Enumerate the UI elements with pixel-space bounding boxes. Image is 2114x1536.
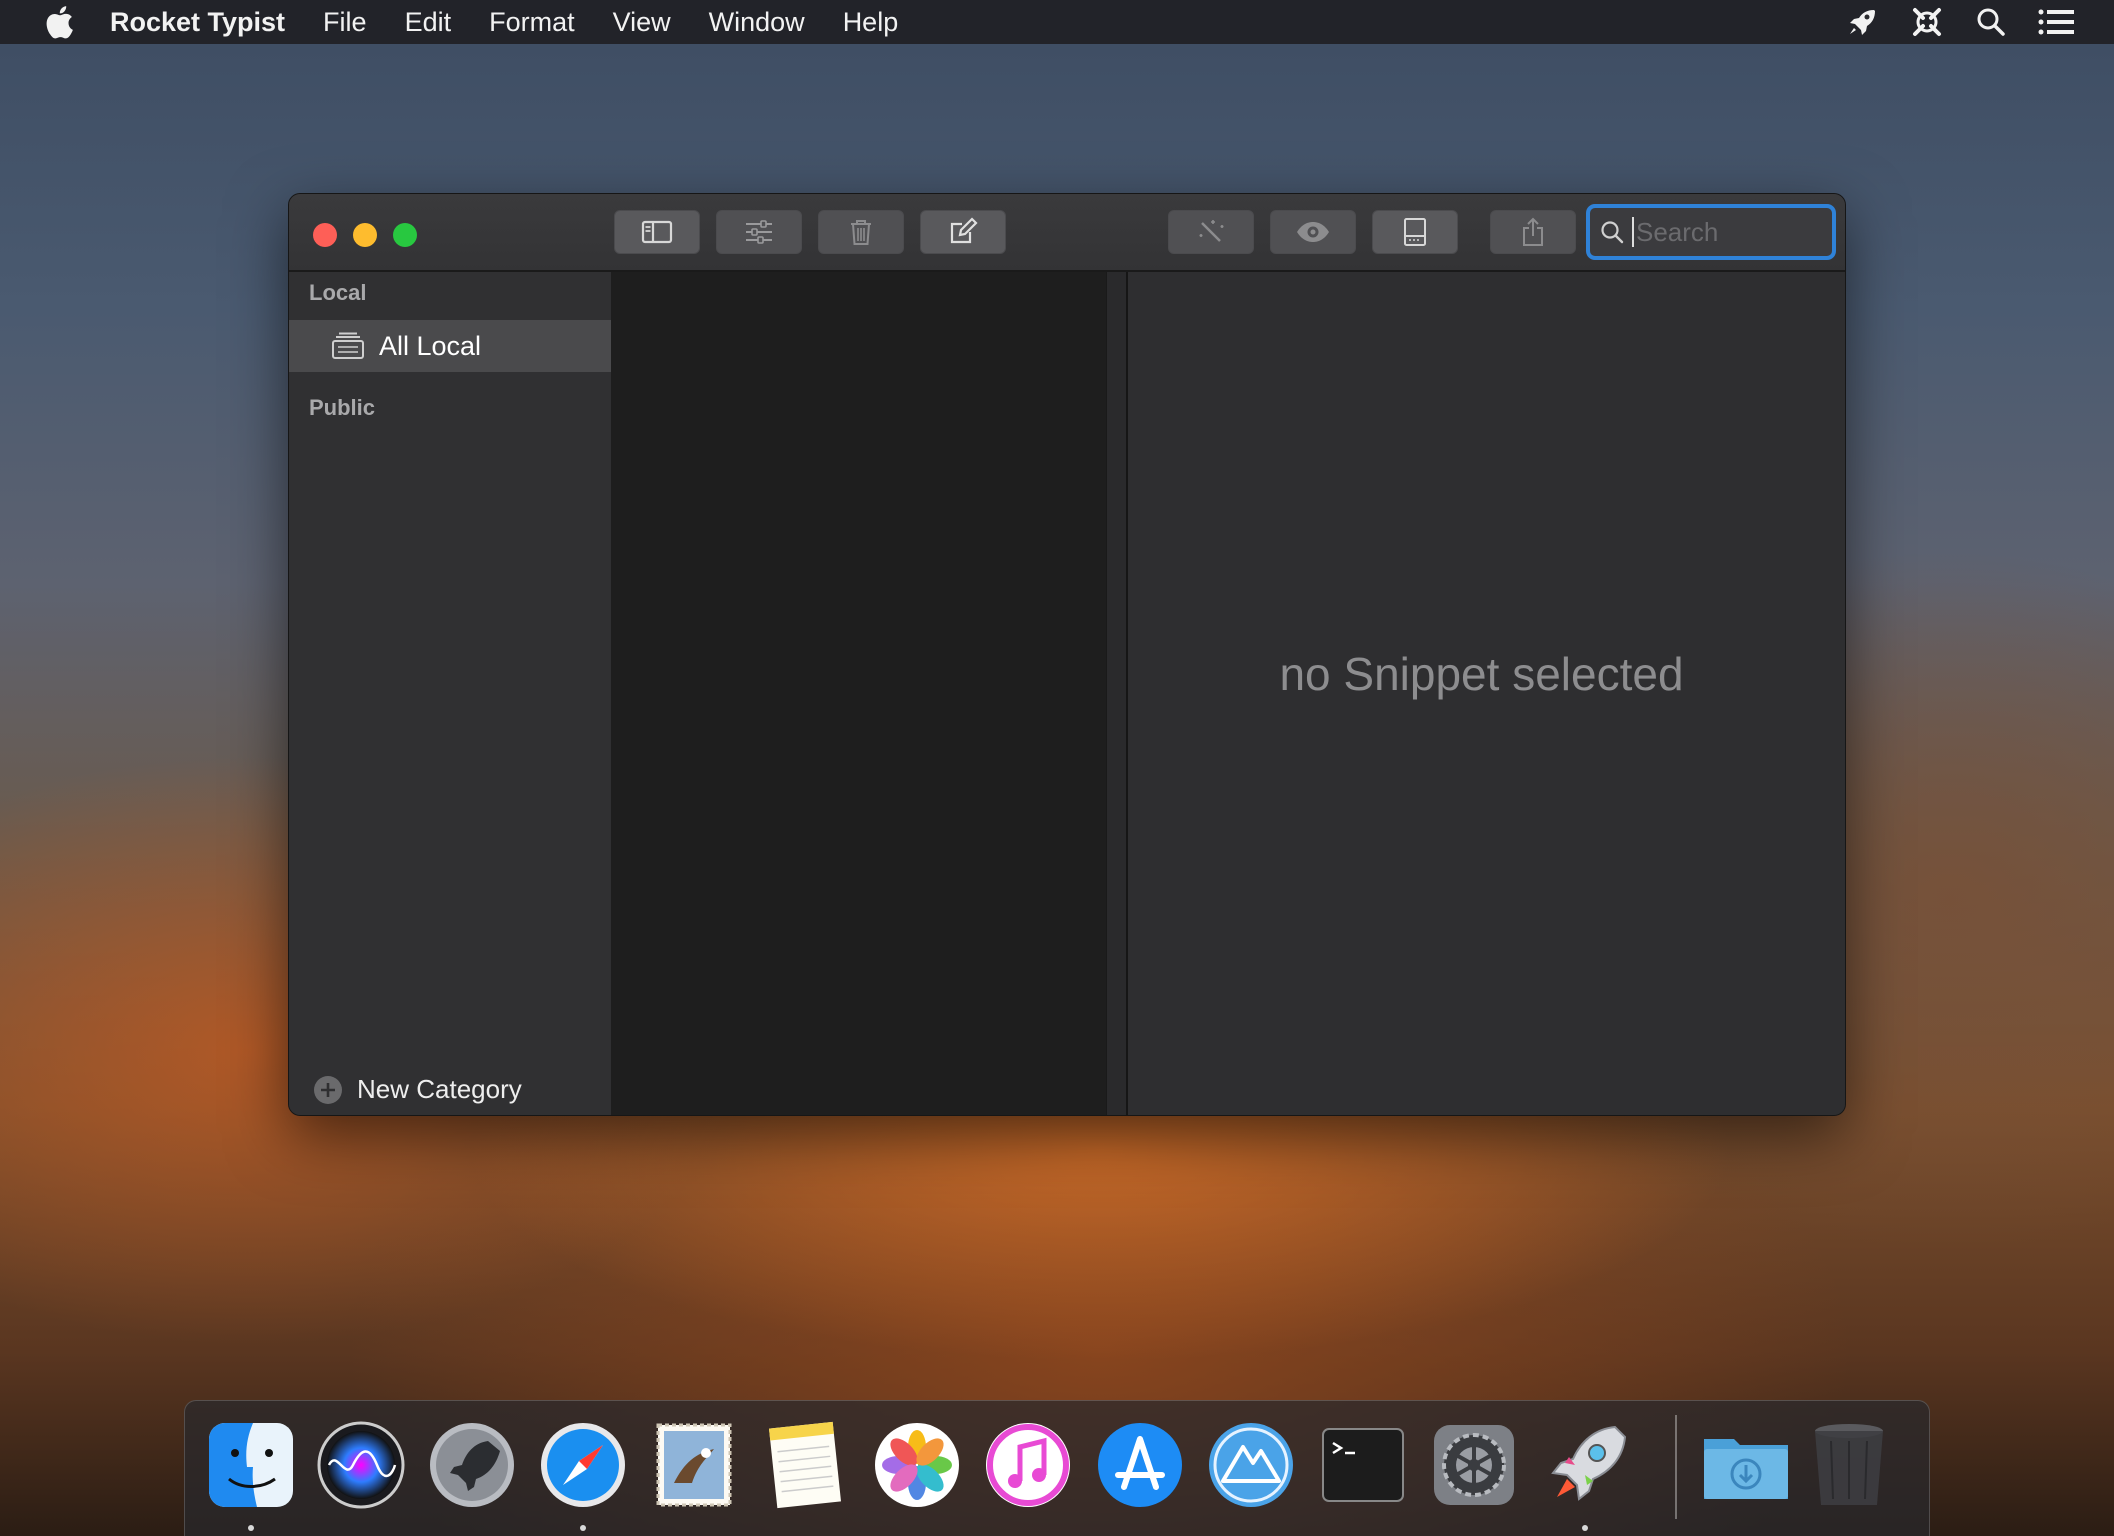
safari-icon[interactable] — [537, 1419, 629, 1511]
rocket-icon[interactable] — [1846, 6, 1878, 38]
compose-icon — [950, 217, 978, 244]
menu-format[interactable]: Format — [489, 7, 575, 38]
running-indicator — [580, 1525, 586, 1531]
siri-icon[interactable] — [315, 1419, 407, 1511]
snippet-list-scrollbar[interactable] — [1106, 272, 1127, 1115]
empty-state-text: no Snippet selected — [1279, 647, 1684, 700]
settings-button[interactable] — [716, 210, 802, 254]
category-sidebar: Local All Local Public New Category — [289, 272, 613, 1115]
mail-icon[interactable] — [648, 1419, 740, 1511]
itunes-icon[interactable] — [982, 1419, 1074, 1511]
downloads-folder-icon[interactable] — [1700, 1419, 1792, 1511]
sidebar-icon — [641, 220, 673, 244]
menu-bar: Rocket Typist File Edit Format View Wind… — [0, 0, 2114, 44]
text-caret — [1632, 217, 1634, 247]
rocket-typist-window: Local All Local Public New Category no S… — [288, 193, 1846, 1116]
rocket-typist-icon[interactable] — [1539, 1419, 1631, 1511]
share-button[interactable] — [1490, 210, 1576, 254]
zoom-button[interactable] — [393, 223, 417, 247]
search-icon — [1600, 220, 1624, 244]
notes-icon[interactable] — [759, 1419, 851, 1511]
share-icon — [1523, 217, 1543, 246]
menu-help[interactable]: Help — [843, 7, 899, 38]
snippet-detail-pane: no Snippet selected — [1128, 272, 1845, 1115]
preview-button[interactable] — [1270, 210, 1356, 254]
tools-icon[interactable] — [1910, 6, 1944, 38]
snippet-list[interactable] — [613, 272, 1106, 1115]
search-input[interactable] — [1636, 216, 1826, 248]
trash-can-icon[interactable] — [1803, 1419, 1895, 1511]
menu-view[interactable]: View — [613, 7, 671, 38]
app-store-icon[interactable] — [1094, 1419, 1186, 1511]
menu-file[interactable]: File — [323, 7, 367, 38]
eye-icon — [1297, 222, 1329, 242]
trash-icon — [851, 220, 871, 245]
apple-menu-icon[interactable] — [40, 4, 78, 40]
photos-icon[interactable] — [871, 1419, 963, 1511]
menubar-status-area — [1846, 0, 2074, 44]
plus-circle-icon — [313, 1075, 343, 1105]
panel-layout-icon — [1404, 218, 1426, 246]
stack-icon — [331, 332, 365, 360]
layout-button[interactable] — [1372, 210, 1458, 254]
window-toolbar — [289, 194, 1845, 272]
instruments-icon[interactable] — [1205, 1419, 1297, 1511]
notification-center-icon[interactable] — [2038, 9, 2074, 35]
sidebar-item-label: All Local — [379, 330, 482, 361]
magic-wand-icon — [1199, 220, 1224, 242]
finder-icon[interactable] — [205, 1419, 297, 1511]
new-snippet-button[interactable] — [920, 210, 1006, 254]
system-preferences-icon[interactable] — [1428, 1419, 1520, 1511]
delete-button[interactable] — [818, 210, 904, 254]
public-section-header: Public — [309, 395, 376, 420]
menu-edit[interactable]: Edit — [405, 7, 452, 38]
menu-window[interactable]: Window — [709, 7, 805, 38]
toggle-sidebar-button[interactable] — [614, 210, 700, 254]
sidebar-item-all-local[interactable]: All Local — [289, 320, 611, 372]
new-category-label: New Category — [357, 1074, 522, 1104]
running-indicator — [1582, 1525, 1588, 1531]
sliders-icon — [746, 220, 772, 244]
search-field[interactable] — [1586, 204, 1836, 260]
menu-app-name[interactable]: Rocket Typist — [110, 7, 285, 38]
minimize-button[interactable] — [353, 223, 377, 247]
dock-separator — [1675, 1415, 1677, 1519]
terminal-icon[interactable] — [1317, 1419, 1409, 1511]
dock — [184, 1400, 1930, 1536]
close-button[interactable] — [313, 223, 337, 247]
new-category-button[interactable]: New Category — [313, 1074, 522, 1105]
local-section-header: Local — [309, 280, 367, 305]
launchpad-icon[interactable] — [426, 1419, 518, 1511]
running-indicator — [248, 1525, 254, 1531]
magic-wand-button[interactable] — [1168, 210, 1254, 254]
spotlight-search-icon[interactable] — [1976, 7, 2006, 37]
